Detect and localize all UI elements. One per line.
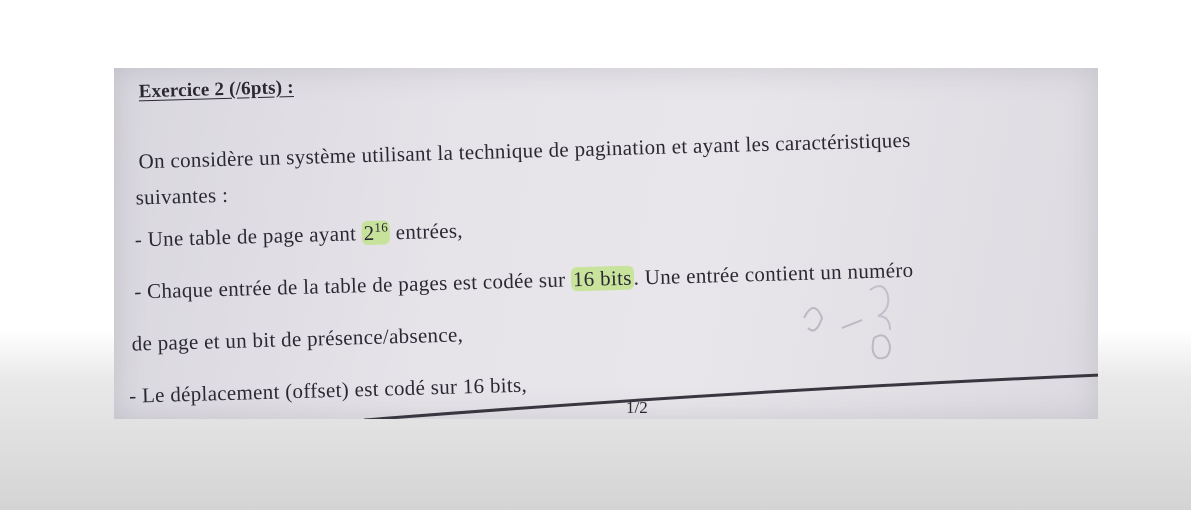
intro-line-1: On considère un système utilisant la tec… — [138, 127, 911, 174]
page-bottom-rule — [364, 373, 1098, 419]
power-exponent: 16 — [374, 219, 389, 235]
entries-count-highlight: 216 — [361, 219, 391, 246]
bullet-entry-size-continued: de page et un bit de présence/absence, — [131, 322, 464, 356]
power-base: 2 — [363, 220, 375, 246]
intro-line-2: suivantes : — [135, 182, 229, 210]
bullet-1-text-before: - Une table de page ayant — [134, 221, 363, 252]
page-number: 1/2 — [626, 398, 648, 417]
exam-paper: Exercice 2 (/6pts) : On considère un sys… — [114, 68, 1098, 419]
bullet-2-text-before: - Chaque entrée de la table de pages est… — [133, 267, 572, 304]
exercise-title: Exercice 2 (/6pts) : — [138, 76, 294, 103]
exercise-content: Exercice 2 (/6pts) : On considère un sys… — [114, 68, 1098, 419]
pencil-scribble-mark — [803, 285, 892, 360]
bullet-1-text-after: entrées, — [389, 218, 464, 245]
bullet-page-table-entries: - Une table de page ayant 216 entrées, — [134, 218, 463, 252]
entry-bits-highlight: 16 bits — [570, 265, 634, 292]
